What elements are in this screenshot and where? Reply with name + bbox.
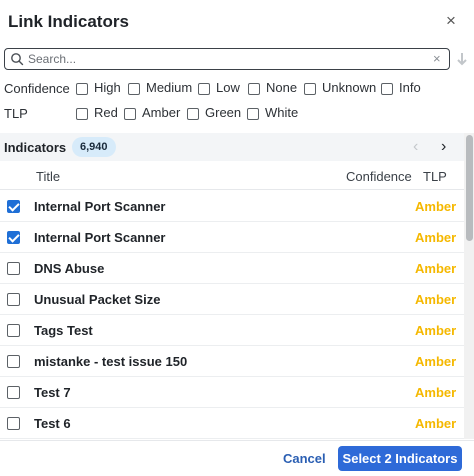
row-title: mistanke - test issue 150 (34, 354, 188, 369)
table-row[interactable]: mistanke - test issue 150 Amber (0, 346, 464, 377)
chevron-left-icon[interactable]: ‹ (413, 138, 418, 156)
confidence-filter: Confidence High Medium Low None Unknown … (0, 79, 474, 99)
row-checkbox[interactable] (7, 417, 20, 430)
row-checkbox[interactable] (7, 262, 20, 275)
checkbox[interactable] (248, 83, 260, 95)
indicators-count-badge: 6,940 (72, 137, 116, 157)
row-tlp: Amber (415, 323, 457, 338)
search-icon (11, 53, 24, 66)
checkbox[interactable] (76, 83, 88, 95)
option-label: Red (94, 105, 118, 120)
row-checkbox[interactable] (7, 200, 20, 213)
row-checkbox[interactable] (7, 386, 20, 399)
option-label: Amber (142, 105, 181, 120)
row-title: Tags Test (34, 323, 93, 338)
chevron-right-icon[interactable]: › (441, 138, 446, 156)
search-input[interactable] (28, 51, 428, 67)
tlp-filter-label: TLP (4, 106, 28, 121)
scrollbar-thumb[interactable] (466, 135, 473, 241)
table-row[interactable]: DNS Abuse Amber (0, 253, 464, 284)
arrow-down-icon[interactable] (456, 51, 468, 67)
table-row[interactable]: Tags Test Amber (0, 315, 464, 346)
row-checkbox[interactable] (7, 355, 20, 368)
row-tlp: Amber (415, 385, 457, 400)
checkbox[interactable] (76, 108, 88, 120)
column-header-tlp[interactable]: TLP (423, 169, 447, 184)
option-label: Low (216, 80, 240, 95)
checkbox[interactable] (128, 83, 140, 95)
option-label: Medium (146, 80, 193, 95)
dialog-header: Link Indicators × (0, 0, 474, 44)
search-box[interactable]: × (4, 48, 450, 70)
option-label: Info (399, 80, 421, 95)
checkbox[interactable] (198, 83, 210, 95)
row-tlp: Amber (415, 261, 457, 276)
clear-icon[interactable]: × (433, 51, 441, 67)
row-checkbox[interactable] (7, 293, 20, 306)
row-tlp: Amber (415, 354, 457, 369)
table-header: Title Confidence TLP (0, 161, 464, 190)
checkbox[interactable] (247, 108, 259, 120)
row-title: Unusual Packet Size (34, 292, 161, 307)
option-label: White (265, 105, 299, 120)
close-icon[interactable]: × (443, 12, 459, 29)
row-tlp: Amber (415, 230, 457, 245)
row-tlp: Amber (415, 199, 457, 214)
select-indicators-button[interactable]: Select 2 Indicators (338, 446, 462, 471)
row-title: Test 7 (34, 385, 71, 400)
dialog-title: Link Indicators (8, 12, 129, 31)
checkbox[interactable] (124, 108, 136, 120)
column-header-title[interactable]: Title (36, 169, 60, 184)
table-row[interactable]: Internal Port Scanner Amber (0, 222, 464, 253)
checkbox[interactable] (381, 83, 393, 95)
checkbox[interactable] (187, 108, 199, 120)
tlp-filter: TLP Red Amber Green White (0, 104, 474, 124)
row-checkbox[interactable] (7, 231, 20, 244)
table-row[interactable]: Test 6 Amber (0, 408, 464, 439)
column-header-confidence[interactable]: Confidence (346, 169, 412, 184)
row-title: Internal Port Scanner (34, 199, 166, 214)
option-label: Unknown (322, 80, 377, 95)
indicators-table-body: Internal Port Scanner Amber Internal Por… (0, 191, 464, 439)
option-label: None (266, 80, 298, 95)
row-title: Test 6 (34, 416, 71, 431)
dialog-footer: Cancel Select 2 Indicators (0, 440, 474, 476)
table-row[interactable]: Test 7 Amber (0, 377, 464, 408)
row-tlp: Amber (415, 416, 457, 431)
row-title: Internal Port Scanner (34, 230, 166, 245)
cancel-button[interactable]: Cancel (283, 451, 326, 466)
indicators-header: Indicators 6,940 ‹ › (0, 133, 464, 161)
indicators-label: Indicators (4, 140, 67, 155)
row-title: DNS Abuse (34, 261, 105, 276)
option-label: High (94, 80, 121, 95)
row-checkbox[interactable] (7, 324, 20, 337)
checkbox[interactable] (304, 83, 316, 95)
table-row[interactable]: Internal Port Scanner Amber (0, 191, 464, 222)
option-label: Green (205, 105, 242, 120)
confidence-filter-label: Confidence (4, 81, 70, 96)
table-row[interactable]: Unusual Packet Size Amber (0, 284, 464, 315)
row-tlp: Amber (415, 292, 457, 307)
